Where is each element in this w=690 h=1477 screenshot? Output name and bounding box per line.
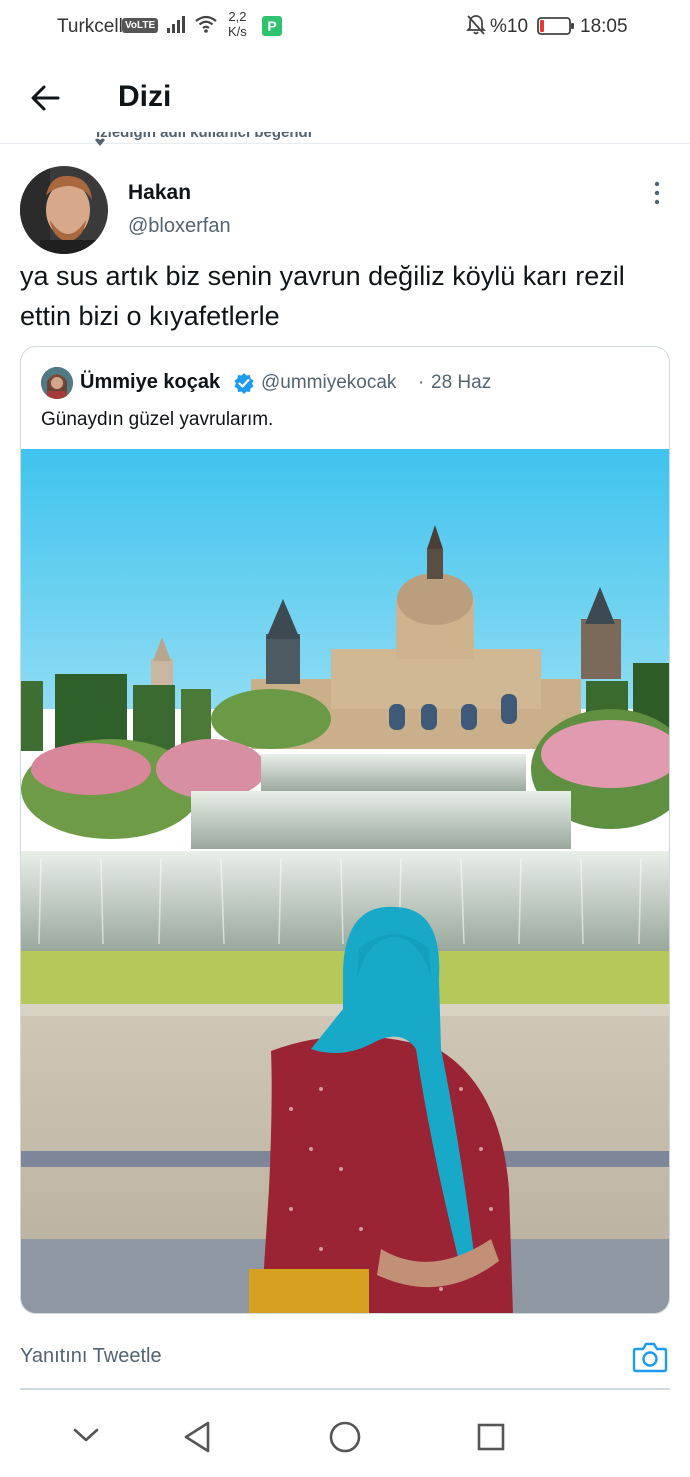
- mute-bell-icon: [466, 15, 486, 35]
- wifi-icon: [195, 15, 217, 33]
- page-title: Dizi: [118, 80, 172, 113]
- quote-date: 28 Haz: [431, 372, 492, 393]
- signal-icon: [167, 16, 185, 33]
- clock: 18:05: [580, 16, 628, 37]
- speed-value: 2,2: [228, 9, 247, 24]
- speed-unit: K/s: [228, 24, 247, 39]
- network-speed: 2,2 K/s: [228, 9, 247, 39]
- camera-icon[interactable]: [632, 1340, 668, 1374]
- quote-avatar: [41, 367, 73, 399]
- quote-photo[interactable]: [21, 449, 669, 1313]
- author-handle[interactable]: @bloxerfan: [128, 215, 231, 238]
- quote-author-name: Ümmiye koçak: [80, 371, 221, 393]
- battery-percent: %10: [490, 16, 529, 37]
- status-bar: Turkcell VoLTE 2,2 K/s P %10 18:05: [0, 0, 690, 52]
- back-triangle-icon[interactable]: [182, 1420, 212, 1454]
- more-options-icon[interactable]: [648, 180, 666, 206]
- verified-badge-icon: [234, 373, 254, 394]
- avatar[interactable]: [20, 166, 108, 254]
- carrier-label: Turkcell: [57, 16, 123, 37]
- quote-avatar-image: [41, 367, 73, 399]
- reply-divider: [20, 1388, 670, 1390]
- social-context-text: İzlediğin adlı kullanıcı beğendi: [96, 132, 312, 141]
- recents-square-icon[interactable]: [476, 1422, 506, 1452]
- reply-bar: Yanıtını Tweetle: [0, 1316, 690, 1390]
- social-context: İzlediğin adlı kullanıcı beğendi: [96, 132, 312, 146]
- tweet-text: ya sus artık biz senin yavrun değiliz kö…: [20, 261, 625, 331]
- author-name[interactable]: Hakan: [128, 181, 191, 205]
- quoted-tweet[interactable]: Ümmiye koçak @ummiyekocak · 28 Haz Günay…: [20, 346, 670, 1314]
- chevron-down-icon[interactable]: [72, 1426, 100, 1444]
- avatar-image: [20, 166, 108, 254]
- quote-text: Günaydın güzel yavrularım.: [41, 409, 274, 430]
- quote-separator: ·: [418, 372, 425, 393]
- reply-input[interactable]: Yanıtını Tweetle: [20, 1345, 162, 1368]
- app-header: Dizi: [0, 52, 690, 144]
- battery-low-icon: [537, 17, 574, 35]
- app-badge: P: [262, 16, 282, 36]
- volte-badge: VoLTE: [122, 18, 159, 33]
- system-nav-bar: [0, 1392, 690, 1477]
- quote-author-handle: @ummiyekocak: [261, 372, 397, 393]
- photo-illustration: [21, 449, 669, 1313]
- arrow-left-icon[interactable]: [30, 82, 62, 114]
- home-circle-icon[interactable]: [328, 1420, 362, 1454]
